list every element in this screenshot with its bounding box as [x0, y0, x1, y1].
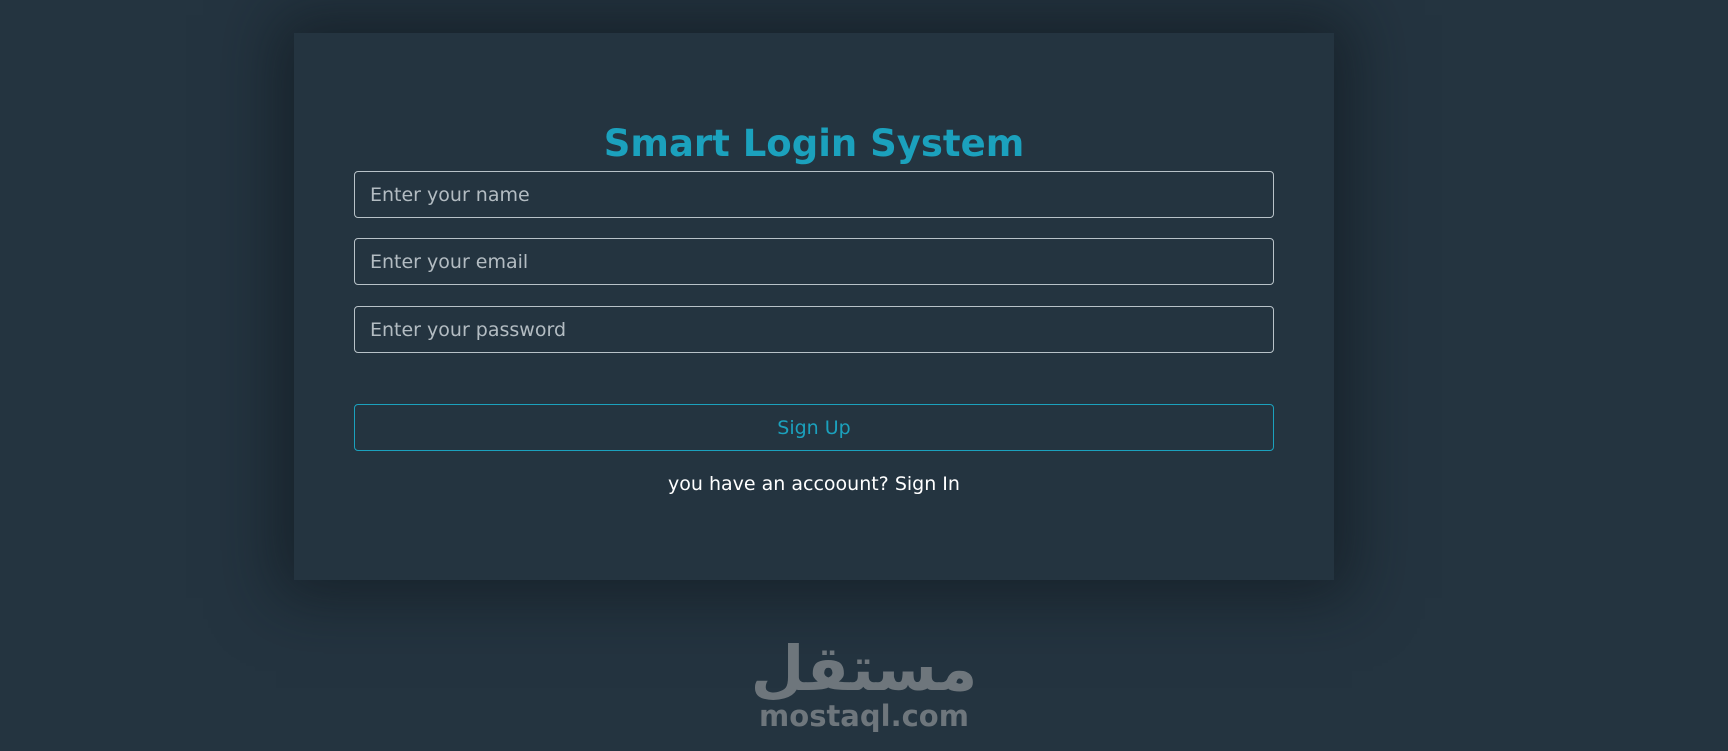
mostaql-watermark: مستقل mostaql.com: [740, 632, 988, 733]
signup-card: Smart Login System Sign Up you have an a…: [294, 33, 1334, 580]
sign-in-prompt-text: you have an accoount?: [668, 473, 889, 495]
name-input[interactable]: [354, 171, 1274, 218]
watermark-arabic-logo: مستقل: [750, 632, 978, 705]
sign-in-prompt: you have an accoount? Sign In: [294, 475, 1334, 494]
page-title: Smart Login System: [603, 122, 1025, 165]
email-input[interactable]: [354, 238, 1274, 285]
sign-up-button[interactable]: Sign Up: [354, 404, 1274, 451]
password-input[interactable]: [354, 306, 1274, 353]
sign-in-link[interactable]: Sign In: [895, 473, 960, 495]
watermark-domain: mostaql.com: [759, 699, 969, 733]
